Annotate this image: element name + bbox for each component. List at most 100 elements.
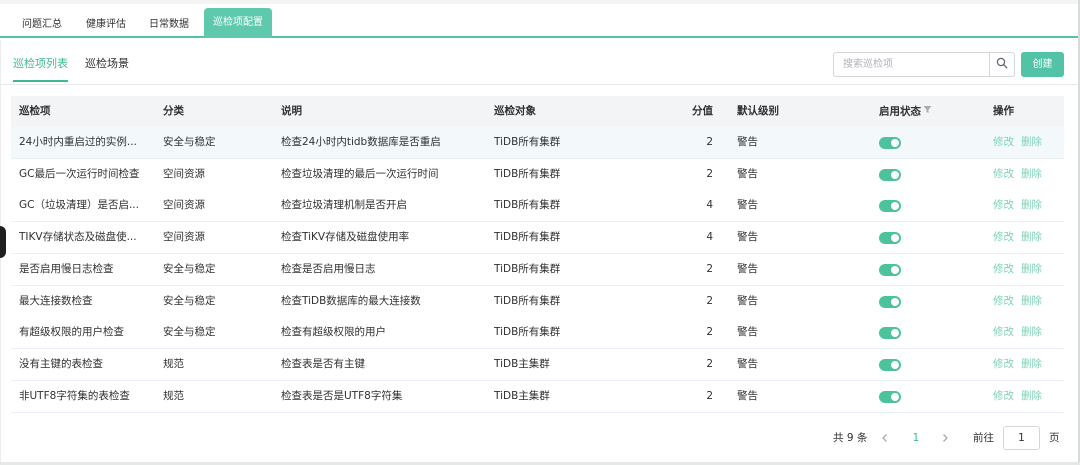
pagination-total: 共 9 条: [833, 432, 868, 444]
cell-category: 规范: [163, 389, 184, 402]
delete-link[interactable]: 删除: [1021, 326, 1042, 338]
edit-link[interactable]: 修改: [993, 295, 1014, 307]
subtab-inspection-scenes[interactable]: 巡检场景: [85, 52, 129, 82]
cell-score: 2: [706, 326, 713, 339]
cell-level: 警告: [737, 357, 758, 370]
app-window: 问题汇总 健康评估 日常数据 巡检项配置 巡检项列表 巡检场景 创建: [0, 0, 1079, 465]
enable-toggle[interactable]: [879, 168, 901, 181]
table-row[interactable]: 没有主键的表检查 规范 检查表是否有主键 TiDB主集群 2 警告 修改 删除: [11, 348, 1064, 381]
cell-name: 非UTF8字符集的表检查: [19, 389, 130, 402]
cell-ops: 修改 删除: [993, 317, 1063, 348]
cell-status: [879, 286, 969, 317]
cell-score: 2: [706, 294, 713, 307]
toggle-knob: [891, 297, 899, 306]
cell-score: 2: [706, 136, 713, 148]
cell-target: TiDB主集群: [494, 357, 550, 370]
enable-toggle[interactable]: [879, 390, 901, 403]
cell-level: 警告: [737, 294, 758, 307]
enable-toggle[interactable]: [879, 263, 901, 276]
edit-link[interactable]: 修改: [993, 358, 1014, 370]
delete-link[interactable]: 删除: [1021, 295, 1042, 307]
edit-link[interactable]: 修改: [993, 326, 1014, 338]
edit-link[interactable]: 修改: [993, 136, 1014, 148]
cell-description: 检查表是否是UTF8字符集: [281, 389, 403, 402]
delete-link[interactable]: 删除: [1021, 358, 1042, 370]
cell-ops: 修改 删除: [993, 349, 1063, 380]
edit-link[interactable]: 修改: [993, 390, 1014, 402]
cell-level: 警告: [737, 199, 758, 212]
cell-category: 空间资源: [163, 231, 205, 244]
edit-link[interactable]: 修改: [993, 199, 1014, 211]
col-header-category: 分类: [163, 105, 184, 117]
cell-score: 2: [706, 167, 713, 180]
toggle-knob: [891, 265, 899, 274]
cell-status: [879, 159, 969, 190]
chevron-left-icon: [882, 434, 887, 442]
edit-link[interactable]: 修改: [993, 231, 1014, 243]
tab-health-assessment[interactable]: 健康评估: [86, 11, 126, 38]
goto-page-input[interactable]: [1003, 426, 1040, 450]
table-row[interactable]: TIKV存储状态及磁盘使... 空间资源 检查TiKV存储及磁盘使用率 TiDB所有集…: [11, 222, 1064, 255]
next-page-button[interactable]: [939, 432, 951, 444]
enable-toggle[interactable]: [879, 200, 901, 213]
filter-icon[interactable]: [923, 96, 932, 127]
table-row[interactable]: 24小时内重启过的实例... 安全与稳定 检查24小时内tidb数据库是否重启 TiD…: [11, 127, 1064, 159]
table-row[interactable]: 有超级权限的用户检查 安全与稳定 检查有超级权限的用户 TiDB所有集群 2 警告 修改 删除: [11, 317, 1064, 350]
delete-link[interactable]: 删除: [1021, 168, 1042, 180]
cell-description: 检查24小时内tidb数据库是否重启: [281, 136, 441, 148]
cell-ops: 修改 删除: [993, 286, 1063, 317]
enable-toggle[interactable]: [879, 232, 901, 245]
col-header-description: 说明: [281, 105, 302, 117]
table-row[interactable]: 是否启用慢日志检查 安全与稳定 检查是否启用慢日志 TiDB所有集群 2 警告 修改 删除: [11, 253, 1064, 286]
delete-link[interactable]: 删除: [1021, 390, 1042, 402]
cell-score: 4: [706, 199, 713, 212]
toggle-knob: [891, 392, 899, 401]
cell-status: [879, 317, 969, 348]
cell-category: 安全与稳定: [163, 326, 216, 339]
cell-score: 4: [706, 231, 713, 244]
side-panel-handle[interactable]: [0, 226, 6, 258]
table-row[interactable]: GC最后一次运行时间检查 空间资源 检查垃圾清理的最后一次运行时间 TiDB所有集群 2…: [11, 158, 1064, 191]
cell-score: 2: [706, 262, 713, 275]
cell-level: 警告: [737, 136, 758, 148]
page-number-1[interactable]: 1: [909, 426, 923, 450]
cell-target: TiDB所有集群: [494, 294, 561, 307]
cell-target: TiDB所有集群: [494, 262, 561, 275]
top-strip: [0, 0, 1078, 4]
cell-description: 检查是否启用慢日志: [281, 262, 376, 275]
edit-link[interactable]: 修改: [993, 168, 1014, 180]
delete-link[interactable]: 删除: [1021, 231, 1042, 243]
table-row[interactable]: 非UTF8字符集的表检查 规范 检查表是否是UTF8字符集 TiDB主集群 2 警告 修改删…: [11, 380, 1064, 413]
delete-link[interactable]: 删除: [1021, 136, 1042, 148]
enable-toggle[interactable]: [879, 137, 901, 149]
create-button[interactable]: 创建: [1021, 52, 1064, 77]
delete-link[interactable]: 删除: [1021, 199, 1042, 211]
table-row[interactable]: GC（垃圾清理）是否启... 空间资源 检查垃圾清理机制是否开启 TiDB所有集群 4 警…: [11, 190, 1064, 223]
enable-toggle[interactable]: [879, 327, 901, 340]
enable-toggle[interactable]: [879, 295, 901, 308]
cell-category: 安全与稳定: [163, 262, 216, 275]
tab-problem-summary[interactable]: 问题汇总: [22, 11, 62, 38]
search-button[interactable]: [989, 53, 1014, 76]
col-header-status-label: 启用状态: [879, 105, 921, 118]
cell-target: TiDB所有集群: [494, 231, 561, 244]
cell-ops: 修改 删除: [993, 127, 1063, 158]
prev-page-button[interactable]: [879, 432, 891, 444]
toggle-knob: [891, 234, 899, 243]
cell-description: 检查TiDB数据库的最大连接数: [281, 294, 421, 307]
enable-toggle[interactable]: [879, 358, 901, 371]
cell-level: 警告: [737, 231, 758, 244]
tab-daily-data[interactable]: 日常数据: [149, 11, 189, 38]
cell-ops: 修改 删除: [993, 381, 1063, 412]
search-input[interactable]: [834, 53, 990, 76]
delete-link[interactable]: 删除: [1021, 263, 1042, 275]
subtab-inspection-list[interactable]: 巡检项列表: [13, 52, 68, 82]
cell-level: 警告: [737, 262, 758, 275]
cell-name: 是否启用慢日志检查: [19, 262, 114, 275]
cell-category: 安全与稳定: [163, 294, 216, 307]
cell-name: 有超级权限的用户检查: [19, 326, 124, 339]
table-row[interactable]: 最大连接数检查 安全与稳定 检查TiDB数据库的最大连接数 TiDB所有集群 2 警告 修改…: [11, 285, 1064, 318]
cell-level: 警告: [737, 167, 758, 180]
tab-inspection-config[interactable]: 巡检项配置: [204, 8, 272, 38]
edit-link[interactable]: 修改: [993, 263, 1014, 275]
